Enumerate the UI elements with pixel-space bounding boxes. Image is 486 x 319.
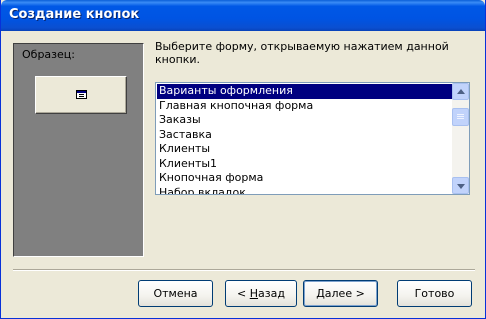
scroll-thumb[interactable]: [452, 108, 469, 126]
list-items: Варианты оформления Главная кнопочная фо…: [157, 84, 453, 195]
back-accel-key: Н: [249, 287, 259, 300]
title-bar[interactable]: Создание кнопок: [1, 0, 485, 31]
back-button[interactable]: < Назад: [225, 280, 297, 307]
next-accel-key: Д: [316, 287, 325, 300]
back-label-rest: азад: [258, 287, 285, 300]
form-listbox[interactable]: Варианты оформления Главная кнопочная фо…: [155, 82, 470, 195]
cancel-button[interactable]: Отмена: [138, 280, 213, 307]
sample-button-preview: [35, 76, 127, 114]
list-item[interactable]: Главная кнопочная форма: [157, 99, 453, 114]
scroll-down-button[interactable]: [452, 177, 469, 194]
scroll-up-button[interactable]: [452, 83, 469, 100]
list-item[interactable]: Заказы: [157, 113, 453, 128]
chevron-up-icon: [457, 89, 465, 94]
back-prefix: <: [237, 287, 250, 300]
next-button[interactable]: Далее >: [303, 280, 378, 307]
list-item[interactable]: Кнопочная форма: [157, 171, 453, 186]
next-label-rest: алее >: [324, 287, 365, 300]
chevron-down-icon: [457, 184, 465, 189]
footer-divider: [13, 269, 475, 271]
instruction-text: Выберите форму, открываемую нажатием дан…: [155, 40, 449, 66]
sample-preview-panel: Образец:: [13, 43, 144, 257]
finish-button[interactable]: Готово: [397, 280, 472, 307]
window-title: Создание кнопок: [9, 7, 140, 22]
list-item[interactable]: Заставка: [157, 128, 453, 143]
list-item-selected[interactable]: Варианты оформления: [157, 84, 453, 99]
sample-label: Образец:: [22, 48, 75, 61]
form-icon: [76, 90, 87, 99]
list-item[interactable]: Клиенты1: [157, 157, 453, 172]
dialog-window: Создание кнопок Образец: Выберите форму,…: [0, 0, 486, 319]
list-item[interactable]: Клиенты: [157, 142, 453, 157]
vertical-scrollbar[interactable]: [452, 83, 469, 194]
list-item[interactable]: Набор вкладок: [157, 186, 453, 195]
